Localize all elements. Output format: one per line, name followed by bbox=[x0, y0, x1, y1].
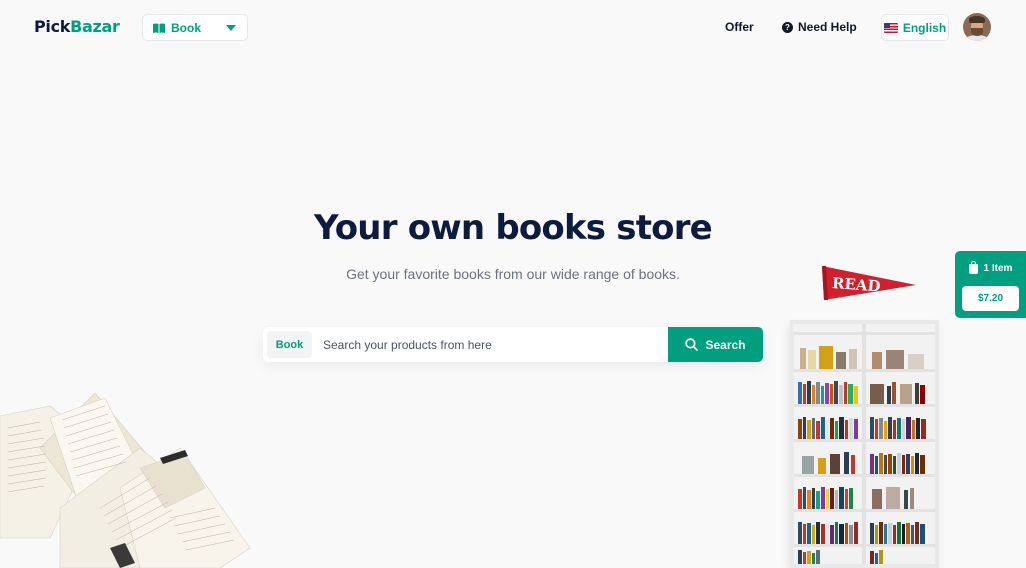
book-icon bbox=[153, 23, 165, 33]
search-button[interactable]: Search bbox=[668, 327, 763, 362]
site-logo[interactable]: PickBazar bbox=[34, 17, 120, 36]
need-help-label: Need Help bbox=[798, 20, 857, 34]
language-label: English bbox=[902, 20, 947, 35]
floating-cart[interactable]: 1 Item $7.20 bbox=[955, 251, 1026, 318]
top-header: PickBazar Book Offer ? Need Help English bbox=[0, 0, 1026, 56]
cart-total: $7.20 bbox=[962, 286, 1019, 311]
language-selector[interactable]: English bbox=[881, 14, 949, 41]
search-icon bbox=[685, 338, 699, 351]
logo-text-bazar: Bazar bbox=[70, 17, 120, 36]
logo-text-pick: Pick bbox=[34, 17, 71, 36]
read-pennant-illustration: READ bbox=[822, 266, 916, 300]
question-icon: ? bbox=[782, 21, 793, 33]
user-avatar[interactable] bbox=[963, 13, 991, 41]
search-input[interactable] bbox=[323, 327, 663, 362]
shopping-bag-icon bbox=[968, 260, 978, 274]
search-category-chip[interactable]: Book bbox=[267, 331, 312, 358]
pennant-text: READ bbox=[831, 274, 881, 295]
chevron-down-icon bbox=[226, 25, 236, 31]
shop-type-label: Book bbox=[171, 20, 201, 35]
search-button-label: Search bbox=[705, 337, 746, 352]
us-flag-icon bbox=[883, 22, 898, 33]
bookshelf-illustration bbox=[790, 320, 939, 568]
cart-items-count: 1 Item bbox=[983, 263, 1013, 274]
open-books-illustration bbox=[0, 388, 250, 568]
nav-need-help-link[interactable]: ? Need Help bbox=[782, 20, 857, 34]
hero-title: Your own books store bbox=[314, 208, 713, 248]
shop-type-selector[interactable]: Book bbox=[142, 14, 248, 41]
search-bar: Book Search bbox=[263, 327, 763, 362]
nav-offer-link[interactable]: Offer bbox=[725, 20, 754, 34]
